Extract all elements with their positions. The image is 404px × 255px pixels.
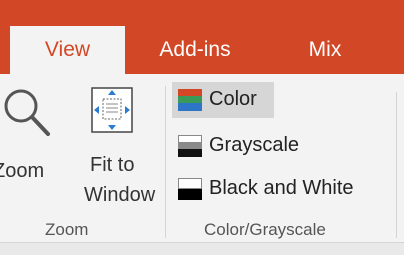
color-button[interactable]: Color	[172, 82, 274, 118]
color-swatch-icon	[178, 89, 202, 111]
group-separator-right	[396, 92, 397, 238]
color-label: Color	[209, 88, 257, 110]
color-grayscale-group-label: Color/Grayscale	[204, 220, 326, 239]
tab-view[interactable]: View	[10, 26, 125, 74]
black-and-white-label: Black and White	[209, 177, 354, 199]
fit-to-window-label-line1: Fit to	[90, 154, 135, 176]
fit-to-window-button[interactable]: Fit to Window	[78, 84, 164, 214]
zoom-group-label: Zoom	[45, 220, 89, 239]
fit-to-window-icon	[91, 87, 133, 133]
magnifier-icon	[4, 89, 50, 136]
grayscale-label: Grayscale	[209, 134, 300, 156]
fit-to-window-label-line2: Window	[84, 184, 156, 206]
black-and-white-button[interactable]: Black and White	[172, 171, 388, 207]
zoom-button[interactable]: Zoom	[0, 84, 72, 194]
group-separator	[165, 86, 166, 238]
tab-add-ins[interactable]: Add-ins	[140, 26, 250, 74]
ribbon-tab-bar: View Add-ins Mix	[0, 0, 404, 74]
tab-mix[interactable]: Mix	[290, 26, 360, 74]
zoom-button-label: Zoom	[0, 160, 45, 182]
black-white-swatch-icon	[178, 178, 202, 200]
ribbon-bottom-edge	[0, 242, 404, 255]
grayscale-swatch-icon	[178, 135, 202, 157]
grayscale-button[interactable]: Grayscale	[172, 128, 322, 164]
